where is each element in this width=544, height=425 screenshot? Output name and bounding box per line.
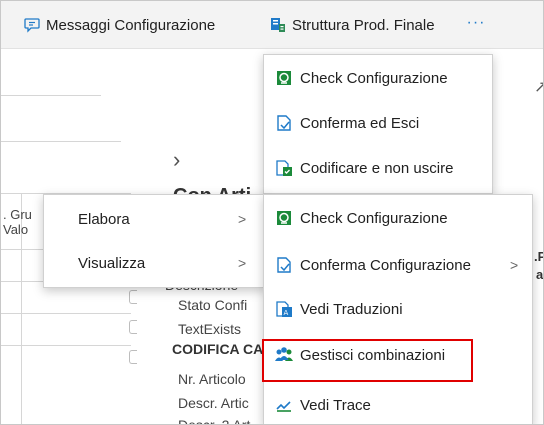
- action-bar: Messaggi Configurazione Struttura Prod. …: [1, 1, 543, 49]
- submenu-item-check-configurazione[interactable]: Check Configurazione: [264, 198, 532, 238]
- field-label-descr-articolo: Descr. Artic: [178, 395, 249, 411]
- check-config-icon: [274, 208, 294, 228]
- field-label-nr-articolo: Nr. Articolo: [178, 371, 246, 387]
- encode-icon: [274, 158, 294, 178]
- elabora-submenu: Check Configurazione Conferma Configuraz…: [263, 194, 533, 424]
- column-header-valo: Valo: [3, 222, 29, 237]
- menu-item-check-configurazione[interactable]: Check Configurazione: [264, 58, 492, 98]
- field-label-stato: Stato Confi: [178, 297, 248, 313]
- structure-icon: [269, 16, 287, 34]
- grid-line: [1, 141, 121, 142]
- submenu-item-vedi-traduzioni[interactable]: A Vedi Traduzioni: [264, 289, 532, 329]
- submenu-item-label: Conferma Configurazione: [300, 256, 471, 274]
- row-checkbox[interactable]: [129, 290, 137, 304]
- highlight-box: [262, 339, 473, 382]
- submenu-item-label: Vedi Trace: [300, 396, 371, 414]
- right-partial-text: a: [536, 267, 544, 282]
- section-heading-codifica: CODIFICA CA: [172, 341, 264, 357]
- menu-item-label: Codificare e non uscire: [300, 159, 454, 177]
- submenu-item-label: Vedi Traduzioni: [300, 300, 403, 318]
- structure-label: Struttura Prod. Finale: [292, 16, 435, 34]
- menu-item-label: Check Configurazione: [300, 69, 448, 87]
- translations-icon: A: [274, 299, 294, 319]
- messages-label: Messaggi Configurazione: [46, 16, 216, 34]
- structure-action[interactable]: Struttura Prod. Finale: [269, 14, 435, 36]
- submenu-item-conferma-configurazione[interactable]: Conferma Configurazione >: [264, 245, 532, 285]
- expand-icon[interactable]: ↗: [534, 77, 543, 97]
- context-menu: Elabora > Visualizza >: [43, 194, 267, 288]
- chevron-right-icon[interactable]: ›: [173, 147, 180, 173]
- chevron-right-icon: >: [238, 255, 247, 271]
- chevron-right-icon: >: [510, 257, 519, 273]
- confirm-exit-icon: [274, 113, 294, 133]
- submenu-item-label: Check Configurazione: [300, 209, 448, 227]
- context-item-visualizza[interactable]: Visualizza >: [44, 243, 266, 283]
- actions-dropdown-menu: Check Configurazione Conferma ed Esci Co…: [263, 54, 493, 194]
- column-header-gru: . Gru: [3, 207, 32, 222]
- confirm-config-icon: [274, 255, 294, 275]
- context-item-label: Elabora: [78, 210, 130, 228]
- context-item-label: Visualizza: [78, 254, 146, 272]
- field-label-textexists: TextExists: [178, 321, 242, 337]
- field-label-descr2-articolo: Descr. 2 Art: [178, 417, 251, 425]
- check-config-icon: [274, 68, 294, 88]
- menu-item-label: Conferma ed Esci: [300, 114, 420, 132]
- row-checkbox[interactable]: [129, 350, 137, 364]
- submenu-item-vedi-trace[interactable]: Vedi Trace: [264, 385, 532, 424]
- right-partial-text: .P: [534, 249, 543, 264]
- trace-icon: [274, 395, 294, 415]
- row-checkbox[interactable]: [129, 320, 137, 334]
- more-actions-button[interactable]: ···: [463, 15, 489, 35]
- messages-action[interactable]: Messaggi Configurazione: [23, 14, 215, 36]
- svg-text:A: A: [284, 309, 289, 317]
- menu-item-conferma-ed-esci[interactable]: Conferma ed Esci: [264, 103, 492, 143]
- context-item-elabora[interactable]: Elabora >: [44, 199, 266, 239]
- chevron-right-icon: >: [238, 211, 247, 227]
- app-frame: Messaggi Configurazione Struttura Prod. …: [0, 0, 544, 425]
- speech-bubble-icon: [23, 16, 41, 34]
- grid-line: [1, 95, 101, 96]
- menu-item-codificare-non-uscire[interactable]: Codificare e non uscire: [264, 148, 492, 188]
